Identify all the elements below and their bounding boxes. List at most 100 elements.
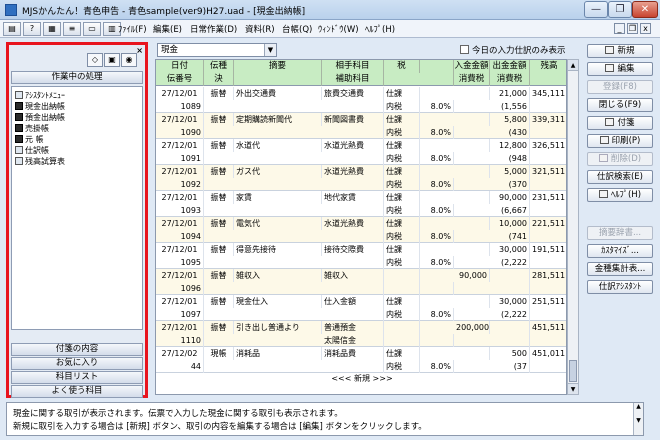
menu-daily-work[interactable]: 日常作業(D) [190, 23, 237, 35]
header-withdrawal-tax[interactable]: 消費税 [490, 73, 530, 86]
cell-slip-no[interactable]: 1091 [156, 152, 204, 165]
checkbox-box[interactable] [460, 45, 469, 54]
help-button[interactable]: ﾍﾙﾌﾟ(H) [587, 188, 653, 202]
tree-item-receivables-book[interactable]: 売掛帳 [15, 123, 49, 134]
new-button[interactable]: 新規 [587, 44, 653, 58]
cell-date[interactable]: 27/12/01 [156, 139, 204, 152]
cell-tax-rate[interactable]: 8.0% [420, 308, 454, 321]
cell-slip-type[interactable]: 振替 [204, 139, 234, 152]
cell-date[interactable]: 27/12/01 [156, 243, 204, 256]
cell-deposit[interactable]: 200,000 [454, 321, 490, 334]
cell-withdrawal-tax[interactable] [490, 282, 530, 295]
cell-slip-type[interactable]: 振替 [204, 243, 234, 256]
pin-icon[interactable]: ◉ [121, 53, 137, 67]
sticky-contents-button[interactable]: 付箋の内容 [11, 343, 143, 356]
header-counter-account[interactable]: 相手科目 [322, 60, 384, 73]
cell-tax-rate[interactable]: 8.0% [420, 126, 454, 139]
table-row[interactable]: 27/12/01 振替 外出交通費 旅費交通費 仕課 21,000 345,111 1089 内… [156, 87, 566, 113]
cell-tax-code[interactable] [384, 282, 420, 295]
cell-tax[interactable]: 仕課 [384, 347, 420, 360]
cell-desc[interactable]: 外出交通費 [234, 87, 322, 100]
document-icon[interactable]: ▤ [3, 22, 21, 36]
cell-desc[interactable]: 現金仕入 [234, 295, 322, 308]
cell-tax-rate[interactable]: 8.0% [420, 152, 454, 165]
table-row[interactable]: 27/12/01 振替 得意先接待 接待交際費 仕課 30,000 191,511 1095 内… [156, 243, 566, 269]
table-row[interactable]: 27/12/01 振替 雑収入 雑収入 90,000 281,511 1096 [156, 269, 566, 295]
cell-account[interactable]: 旅費交通費 [322, 87, 384, 100]
cell-tax-code[interactable]: 内税 [384, 152, 420, 165]
register-button[interactable]: 登録(F8) [587, 80, 653, 94]
menu-ledger[interactable]: 台帳(Q) [282, 23, 312, 35]
cell-balance[interactable]: 321,511 [530, 165, 566, 178]
cell-tax-rate[interactable] [420, 282, 454, 295]
cell-account[interactable]: 水道光熱費 [322, 217, 384, 230]
cell-withdrawal[interactable]: 500 [490, 347, 530, 360]
cell-deposit[interactable] [454, 87, 490, 100]
new-entry-row[interactable]: <<< 新規 >>> [156, 372, 566, 385]
cell-withdrawal-tax[interactable]: (741 [490, 230, 530, 243]
table-row[interactable]: 27/12/01 振替 家賃 地代家賃 仕課 90,000 231,511 1093 内税 8.0… [156, 191, 566, 217]
menu-edit[interactable]: 編集(E) [153, 23, 182, 35]
menu-file[interactable]: ﾌｧｲﾙ(F) [118, 23, 147, 35]
cell-tax-code[interactable]: 内税 [384, 308, 420, 321]
cell-date[interactable]: 27/12/02 [156, 347, 204, 360]
header-deposit-tax[interactable]: 消費税 [454, 73, 490, 86]
cell-deposit[interactable] [454, 243, 490, 256]
cell-tax[interactable]: 仕課 [384, 165, 420, 178]
cell-withdrawal-tax[interactable]: (6,667 [490, 204, 530, 217]
cell-deposit[interactable] [454, 295, 490, 308]
cell-withdrawal[interactable]: 10,000 [490, 217, 530, 230]
help-icon[interactable]: ? [23, 22, 41, 36]
cell-deposit[interactable] [454, 217, 490, 230]
cell-desc[interactable]: 雑収入 [234, 269, 322, 282]
cell-withdrawal[interactable]: 5,800 [490, 113, 530, 126]
cell-tax-rate[interactable]: 8.0% [420, 230, 454, 243]
cell-withdrawal[interactable]: 30,000 [490, 295, 530, 308]
cell-account[interactable]: 仕入金額 [322, 295, 384, 308]
book-icon[interactable]: ▣ [104, 53, 120, 67]
list-icon[interactable]: ≡ [63, 22, 81, 36]
denomination-summary-button[interactable]: 金種集計表... [587, 262, 653, 276]
cell-tax-code[interactable]: 内税 [384, 126, 420, 139]
cell-sub-account[interactable] [322, 100, 384, 113]
header-tax[interactable]: 税 [384, 60, 420, 73]
account-list-button[interactable]: 科目リスト [11, 371, 143, 384]
header-date[interactable]: 日付 [156, 60, 204, 73]
cell-tax-rate[interactable]: 8.0% [420, 100, 454, 113]
cell-balance[interactable]: 221,511 [530, 217, 566, 230]
favorites-button[interactable]: お気に入り [11, 357, 143, 370]
mdi-restore-button[interactable]: ❐ [627, 23, 638, 34]
scroll-thumb[interactable] [569, 360, 577, 382]
header-balance[interactable]: 残高 [530, 60, 566, 73]
cell-sub-account[interactable] [322, 230, 384, 243]
folder-icon[interactable]: ▭ [83, 22, 101, 36]
cell-tax-code[interactable]: 内税 [384, 256, 420, 269]
cell-balance[interactable]: 191,511 [530, 243, 566, 256]
cell-balance[interactable]: 231,511 [530, 191, 566, 204]
cell-slip-no[interactable]: 1090 [156, 126, 204, 139]
tree-item-trial-balance[interactable]: 残高試算表 [15, 156, 65, 167]
cell-withdrawal[interactable]: 12,800 [490, 139, 530, 152]
cell-account[interactable]: 水道光熱費 [322, 165, 384, 178]
edit-button[interactable]: 編集 [587, 62, 653, 76]
tree-item-cash-book[interactable]: 現金出納帳 [15, 101, 65, 112]
cell-desc[interactable]: ガス代 [234, 165, 322, 178]
cell-slip-type[interactable]: 振替 [204, 269, 234, 282]
cell-withdrawal-tax[interactable]: (430 [490, 126, 530, 139]
cell-slip-no[interactable]: 1089 [156, 100, 204, 113]
cell-date[interactable]: 27/12/01 [156, 87, 204, 100]
journal-search-button[interactable]: 仕訳検索(E) [587, 170, 653, 184]
table-row[interactable]: 27/12/01 振替 引き出し普通より 普通預金 200,000 451,511 1110… [156, 321, 566, 347]
cell-slip-no[interactable]: 1097 [156, 308, 204, 321]
cell-slip-type[interactable]: 振替 [204, 165, 234, 178]
cell-tax[interactable]: 仕課 [384, 243, 420, 256]
cell-sub-account[interactable] [322, 126, 384, 139]
cell-tax-code[interactable]: 内税 [384, 230, 420, 243]
cell-tax-code[interactable] [384, 334, 420, 347]
cell-sub-account[interactable] [322, 256, 384, 269]
cell-deposit[interactable] [454, 165, 490, 178]
tree-item-general-ledger[interactable]: 元 帳 [15, 134, 44, 145]
cell-desc[interactable]: 消耗品 [234, 347, 322, 360]
mdi-minimize-button[interactable]: _ [614, 23, 625, 34]
cell-deposit[interactable] [454, 139, 490, 152]
